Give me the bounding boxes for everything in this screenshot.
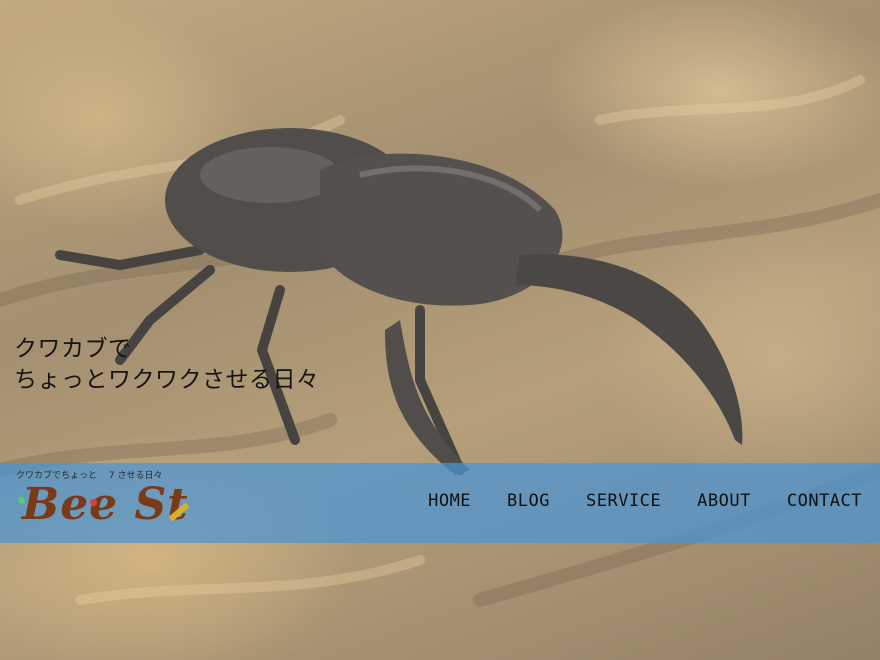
nav-contact[interactable]: CONTACT [787, 491, 862, 511]
main-nav: HOME BLOG SERVICE ABOUT CONTACT [428, 491, 862, 511]
site-logo[interactable]: クワカブでちょっと 7 させる日々 Bee St [12, 467, 212, 541]
logo-dot-green [18, 497, 25, 504]
tagline-line-2: ちょっとワクワクさせる日々 [14, 367, 320, 393]
nav-service[interactable]: SERVICE [586, 491, 661, 511]
nav-home[interactable]: HOME [428, 491, 471, 511]
nav-about[interactable]: ABOUT [697, 491, 751, 511]
hero-wash [0, 0, 880, 660]
hero-image [0, 0, 880, 660]
tagline-line-1: クワカブで [14, 336, 132, 362]
hero-tagline: クワカブで ちょっとワクワクさせる日々 [14, 334, 320, 396]
logo-dot-red [90, 499, 97, 506]
logo-wordmark: Bee St [22, 479, 189, 530]
site-navbar: クワカブでちょっと 7 させる日々 Bee St HOME BLOG SERVI… [0, 463, 880, 543]
nav-blog[interactable]: BLOG [507, 491, 550, 511]
